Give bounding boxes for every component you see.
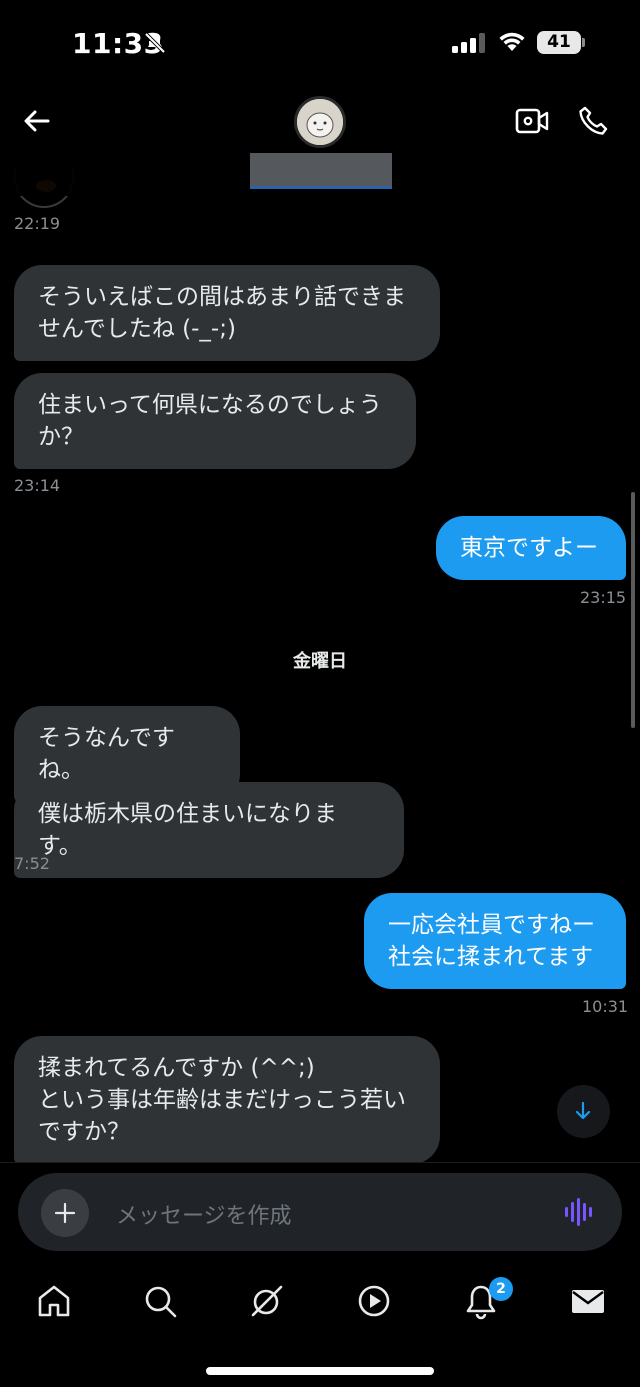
battery-cap	[582, 38, 585, 47]
wifi-icon	[499, 32, 525, 51]
attach-button[interactable]	[41, 1189, 89, 1237]
message-timestamp: 22:19	[14, 214, 61, 233]
message-composer[interactable]: メッセージを作成	[18, 1173, 622, 1251]
status-bar: 11:33 41	[0, 0, 640, 88]
scroll-to-bottom-button[interactable]	[557, 1085, 610, 1138]
message-bubble-outgoing[interactable]: 一応会社員ですねー 社会に揉まれてます	[364, 893, 626, 989]
plus-icon	[54, 1202, 76, 1224]
home-indicator[interactable]	[206, 1367, 434, 1375]
message-timestamp: 10:31	[582, 997, 629, 1016]
home-icon[interactable]	[34, 1281, 74, 1321]
message-bubble-incoming[interactable]: そういえばこの間はあまり話できま せんでしたね (-_-;)	[14, 265, 440, 361]
bell-slash-icon	[144, 32, 166, 54]
notification-badge: 2	[489, 1277, 513, 1301]
back-arrow-icon[interactable]	[22, 106, 52, 136]
grok-icon[interactable]	[247, 1281, 287, 1321]
avatar-illustration	[297, 99, 343, 145]
video-call-icon[interactable]	[515, 106, 549, 136]
search-icon[interactable]	[140, 1281, 180, 1321]
message-timestamp: 23:14	[14, 476, 61, 495]
battery-level: 41	[547, 32, 571, 52]
cellular-signal-icon	[452, 33, 485, 53]
message-timestamp: 7:52	[14, 854, 50, 873]
message-bubble-incoming[interactable]: 僕は栃木県の住まいになります。	[14, 782, 404, 878]
battery-indicator: 41	[537, 31, 585, 54]
video-play-icon[interactable]	[354, 1281, 394, 1321]
scrollbar[interactable]	[631, 492, 635, 728]
message-bubble-incoming[interactable]: 揉まれてるんですか (^^;) という事は年齢はまだけっこう若い ですか？	[14, 1036, 440, 1164]
arrow-down-icon	[575, 1101, 591, 1120]
contact-avatar[interactable]	[294, 96, 346, 148]
bottom-tab-bar: 2	[0, 1267, 640, 1387]
conversation-header	[0, 88, 640, 196]
phone-call-icon[interactable]	[577, 105, 609, 137]
message-timestamp: 23:15	[580, 588, 627, 607]
message-bubble-outgoing[interactable]: 東京ですよー	[436, 516, 626, 580]
message-bubble-incoming[interactable]: 住まいって何県になるのでしょう か？	[14, 373, 416, 469]
contact-name-redacted	[250, 153, 392, 189]
messages-envelope-icon[interactable]	[568, 1281, 608, 1321]
message-input[interactable]: メッセージを作成	[116, 1198, 292, 1230]
day-separator: 金曜日	[293, 651, 347, 672]
voice-waveform-icon[interactable]	[564, 1197, 596, 1227]
